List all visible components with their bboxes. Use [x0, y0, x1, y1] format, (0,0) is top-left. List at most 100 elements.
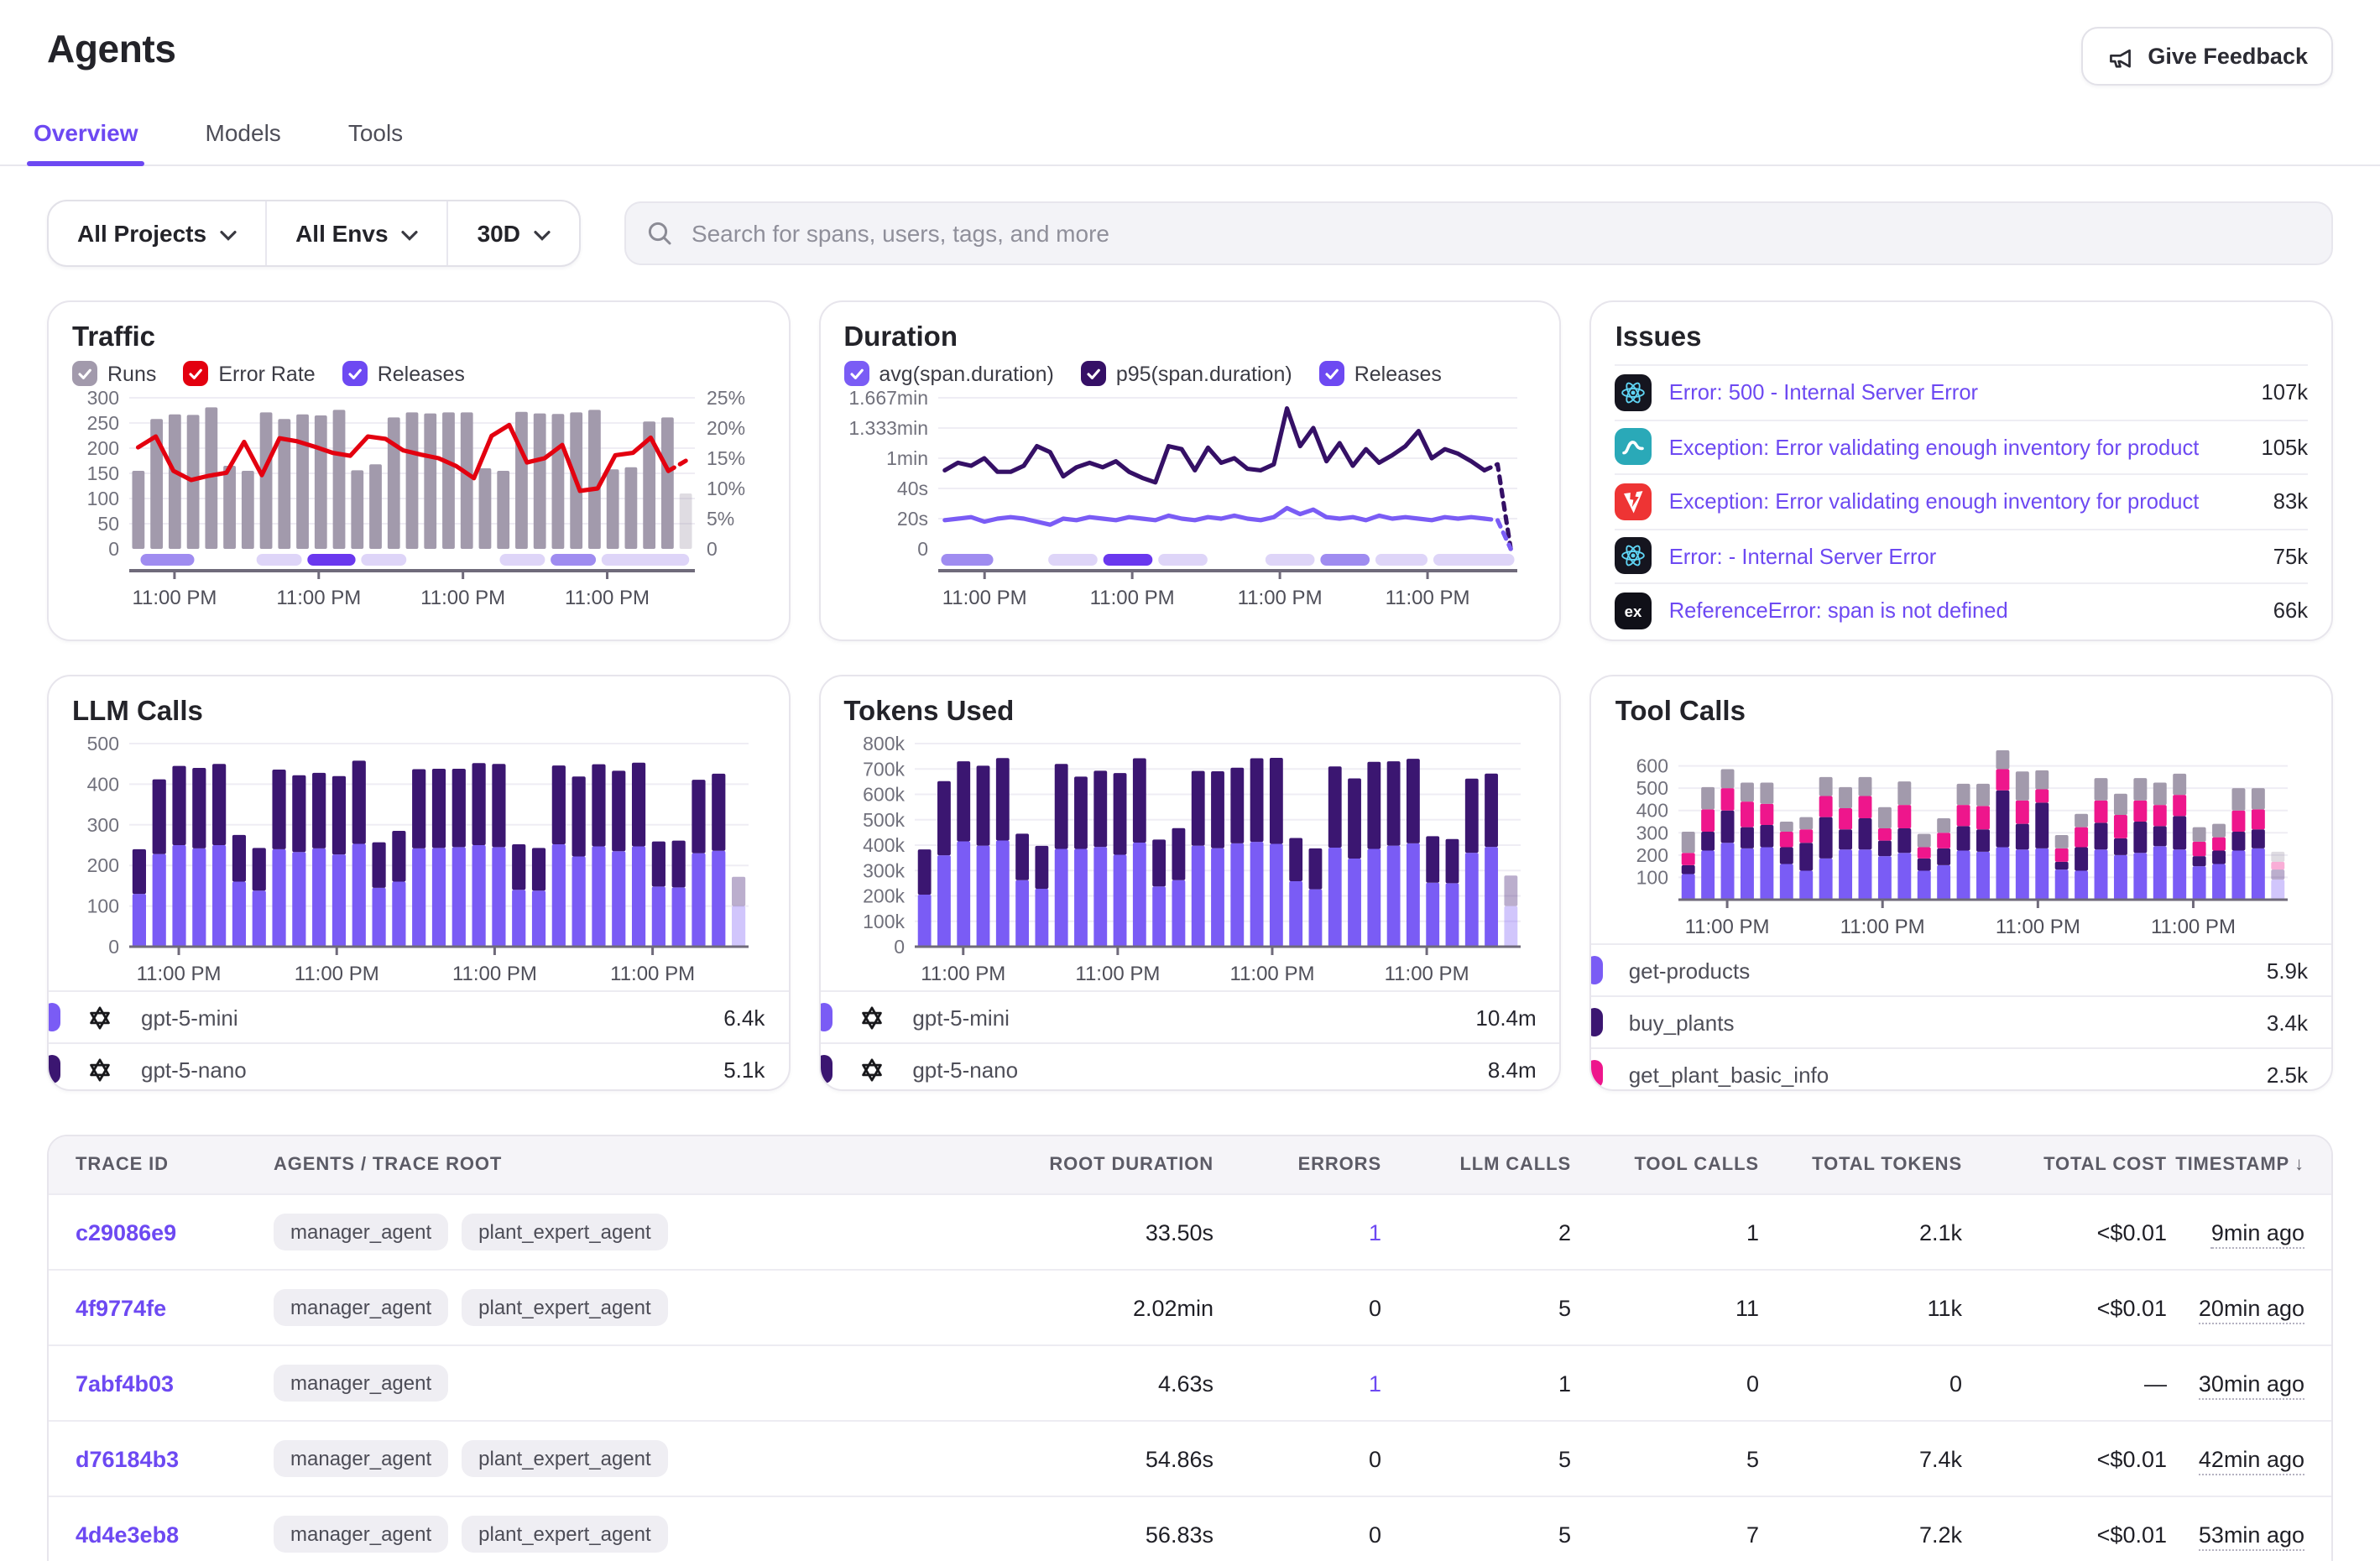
issue-count: 83k — [2273, 489, 2308, 514]
trace-id-link[interactable]: d76184b3 — [76, 1446, 274, 1471]
tool-calls-cell: 5 — [1571, 1446, 1759, 1471]
errors-cell[interactable]: 1 — [1213, 1370, 1381, 1396]
trace-id-link[interactable]: 4d4e3eb8 — [76, 1522, 274, 1547]
svg-text:100: 100 — [1636, 866, 1668, 888]
llm-legend-gpt-5-mini[interactable]: gpt-5-mini 6.4k — [49, 990, 788, 1042]
checkbox-checked-icon — [1319, 361, 1344, 386]
tokens-used-card: Tokens Used 0100k200k300k400k500k600k700… — [818, 675, 1561, 1091]
total-cost-cell: <$0.01 — [1962, 1446, 2167, 1471]
col-total-cost[interactable]: Total Cost — [1962, 1155, 2167, 1175]
projects-filter-dropdown[interactable]: All Projects — [49, 201, 265, 265]
total-tokens-cell: 0 — [1759, 1370, 1962, 1396]
series-value: 2.5k — [2267, 1062, 2308, 1087]
svg-text:11:00 PM: 11:00 PM — [1685, 916, 1770, 938]
traffic-legend-error-rate[interactable]: Error Rate — [183, 361, 315, 386]
trace-id-link[interactable]: 4f9774fe — [76, 1295, 274, 1320]
total-cost-cell: — — [1962, 1370, 2167, 1396]
svg-text:300: 300 — [87, 814, 119, 836]
issue-row[interactable]: Exception: Error validating enough inven… — [1615, 473, 2308, 528]
tools-legend-get-products[interactable]: get-products 5.9k — [1592, 943, 2331, 995]
svg-text:11:00 PM: 11:00 PM — [1237, 587, 1322, 609]
svg-text:11:00 PM: 11:00 PM — [295, 963, 379, 985]
timestamp-cell[interactable]: 20min ago — [2167, 1295, 2304, 1320]
envs-filter-dropdown[interactable]: All Envs — [265, 201, 447, 265]
table-row[interactable]: c29086e9 manager_agent plant_expert_agen… — [49, 1193, 2331, 1269]
col-total-tokens[interactable]: Total Tokens — [1759, 1155, 1962, 1175]
table-row[interactable]: 7abf4b03 manager_agent 4.63s 1 1 0 0 — 3… — [49, 1344, 2331, 1420]
llm-calls-title: LLM Calls — [72, 697, 765, 728]
tools-legend-get-plant-basic-info[interactable]: get_plant_basic_info 2.5k — [1592, 1047, 2331, 1091]
total-cost-cell: <$0.01 — [1962, 1219, 2167, 1245]
tab-overview[interactable]: Overview — [30, 109, 142, 164]
search-input[interactable] — [688, 218, 2311, 248]
col-agents[interactable]: Agents / Trace Root — [274, 1155, 831, 1175]
trace-id-link[interactable]: c29086e9 — [76, 1219, 274, 1245]
errors-cell: 0 — [1213, 1446, 1381, 1471]
timerange-filter-dropdown[interactable]: 30D — [447, 201, 579, 265]
col-errors[interactable]: Errors — [1213, 1155, 1381, 1175]
timestamp-cell[interactable]: 30min ago — [2167, 1370, 2304, 1396]
legend-label: avg(span.duration) — [879, 362, 1053, 385]
search-bar[interactable] — [624, 201, 2333, 265]
tab-models[interactable]: Models — [202, 109, 284, 164]
col-root-duration[interactable]: Root Duration — [831, 1155, 1213, 1175]
issue-row[interactable]: ex ReferenceError: span is not defined 6… — [1615, 582, 2308, 637]
series-name: buy_plants — [1629, 1010, 1735, 1035]
svg-text:11:00 PM: 11:00 PM — [1384, 963, 1469, 985]
svg-text:800k: 800k — [862, 735, 904, 754]
llm-legend-gpt-5-nano[interactable]: gpt-5-nano 5.1k — [49, 1042, 788, 1091]
tokens-legend-gpt-5-mini[interactable]: gpt-5-mini 10.4m — [820, 990, 1559, 1042]
col-timestamp[interactable]: Timestamp↓ — [2167, 1155, 2304, 1175]
table-row[interactable]: 4d4e3eb8 manager_agent plant_expert_agen… — [49, 1496, 2331, 1561]
duration-card: Duration avg(span.duration) p95(span.dur… — [818, 300, 1561, 641]
traffic-card: Traffic Runs Error Rate Releases — [47, 300, 790, 641]
svg-text:200: 200 — [87, 854, 119, 876]
charts-row-1: Traffic Runs Error Rate Releases — [47, 300, 2333, 641]
timestamp-cell[interactable]: 42min ago — [2167, 1446, 2304, 1471]
col-tool-calls[interactable]: Tool Calls — [1571, 1155, 1759, 1175]
issue-row[interactable]: Error: - Internal Server Error 75k — [1615, 528, 2308, 582]
svg-text:600: 600 — [1636, 755, 1668, 777]
tool-calls-cell: 11 — [1571, 1295, 1759, 1320]
tab-tools[interactable]: Tools — [345, 109, 406, 164]
svg-text:100: 100 — [87, 895, 119, 917]
svg-text:20%: 20% — [707, 417, 745, 439]
agent-tag: manager_agent — [274, 1289, 448, 1326]
express-icon: ex — [1615, 593, 1652, 629]
series-name: gpt-5-nano — [141, 1057, 247, 1082]
col-trace-id[interactable]: Trace ID — [76, 1155, 274, 1175]
svg-text:ex: ex — [1625, 602, 1642, 619]
duration-legend-avg[interactable]: avg(span.duration) — [843, 361, 1053, 386]
give-feedback-label: Give Feedback — [2148, 44, 2308, 69]
col-llm-calls[interactable]: LLM Calls — [1381, 1155, 1571, 1175]
total-tokens-cell: 11k — [1759, 1295, 1962, 1320]
issue-row[interactable]: Error: 500 - Internal Server Error 107k — [1615, 364, 2308, 419]
duration-legend-p95[interactable]: p95(span.duration) — [1081, 361, 1292, 386]
timestamp-cell[interactable]: 53min ago — [2167, 1522, 2304, 1547]
tokens-legend-gpt-5-nano[interactable]: gpt-5-nano 8.4m — [820, 1042, 1559, 1091]
issue-row[interactable]: Exception: Error validating enough inven… — [1615, 419, 2308, 473]
issue-label: Error: - Internal Server Error — [1669, 544, 1937, 569]
tools-legend-buy-plants[interactable]: buy_plants 3.4k — [1592, 995, 2331, 1047]
duration-legend-releases[interactable]: Releases — [1319, 361, 1442, 386]
traffic-legend-runs[interactable]: Runs — [72, 361, 156, 386]
svg-text:11:00 PM: 11:00 PM — [1229, 963, 1314, 985]
svg-text:25%: 25% — [707, 389, 745, 409]
trace-id-link[interactable]: 7abf4b03 — [76, 1370, 274, 1396]
svg-text:200: 200 — [1636, 844, 1668, 866]
svg-text:400: 400 — [1636, 800, 1668, 822]
table-row[interactable]: 4f9774fe manager_agent plant_expert_agen… — [49, 1269, 2331, 1344]
series-value: 5.9k — [2267, 958, 2308, 983]
duration-title: Duration — [843, 322, 1536, 354]
root-duration-cell: 54.86s — [831, 1446, 1213, 1471]
errors-cell[interactable]: 1 — [1213, 1219, 1381, 1245]
checkbox-checked-icon — [72, 361, 97, 386]
chevron-down-icon — [220, 220, 237, 247]
timestamp-cell[interactable]: 9min ago — [2167, 1219, 2304, 1245]
give-feedback-button[interactable]: Give Feedback — [2080, 27, 2333, 86]
issue-count: 105k — [2262, 435, 2309, 460]
tokens-used-chart: 0100k200k300k400k500k600k700k800k11:00 P… — [843, 735, 1536, 990]
tool-calls-cell: 0 — [1571, 1370, 1759, 1396]
traffic-legend-releases[interactable]: Releases — [342, 361, 465, 386]
table-row[interactable]: d76184b3 manager_agent plant_expert_agen… — [49, 1420, 2331, 1496]
